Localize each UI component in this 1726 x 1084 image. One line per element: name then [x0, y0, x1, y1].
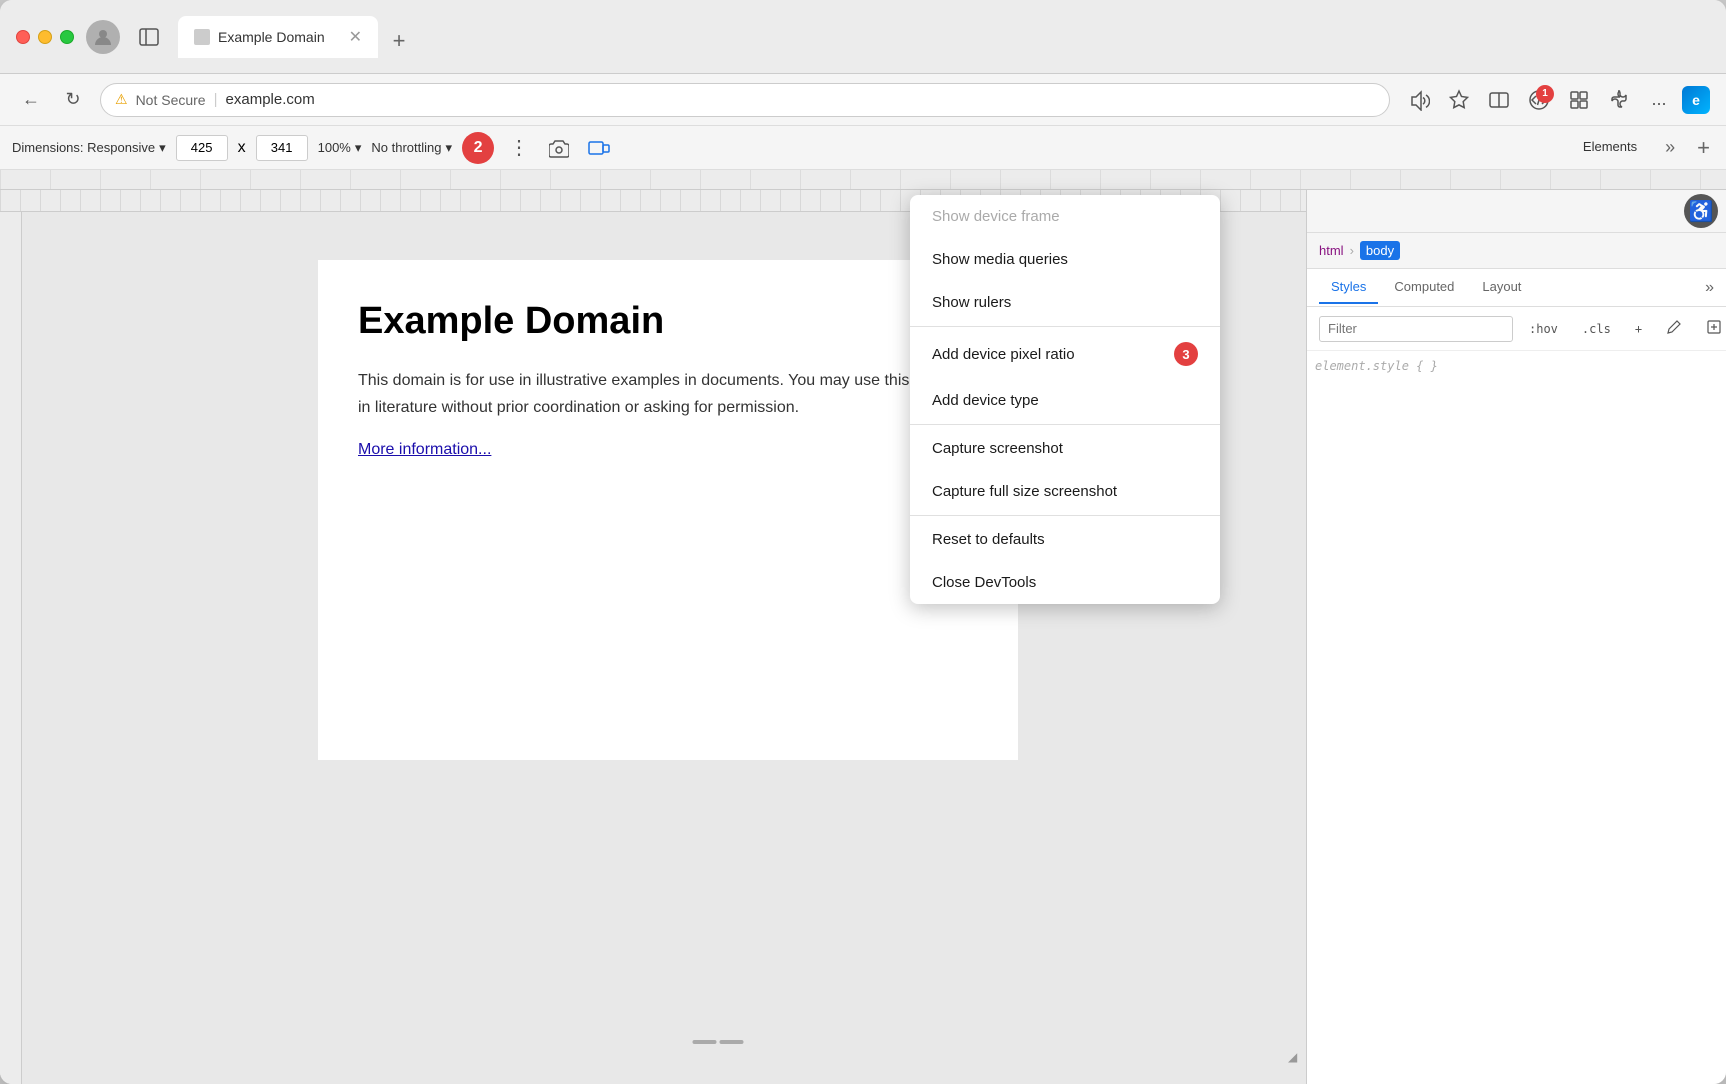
devtools-elements-tab[interactable]: Elements	[1573, 139, 1647, 156]
back-button[interactable]: ←	[16, 85, 46, 115]
dimensions-label: Dimensions: Responsive	[12, 140, 155, 155]
tab-layout[interactable]: Layout	[1470, 271, 1533, 304]
breadcrumb-html[interactable]: html	[1319, 243, 1344, 258]
tab-close-button[interactable]: ✕	[349, 27, 362, 47]
menu-close-devtools[interactable]: Close DevTools	[910, 561, 1220, 604]
title-bar: Example Domain ✕ +	[0, 0, 1726, 74]
breadcrumb-bar: html › body	[1307, 233, 1726, 269]
page-body-text: This domain is for use in illustrative e…	[358, 367, 978, 421]
favorites-button[interactable]	[1442, 83, 1476, 117]
resize-dot-1	[693, 1040, 717, 1044]
filter-input[interactable]	[1319, 316, 1513, 342]
menu-show-rulers[interactable]: Show rulers	[910, 281, 1220, 324]
tab-bar: Example Domain ✕ +	[178, 16, 1710, 58]
collections-button[interactable]	[1562, 83, 1596, 117]
width-input[interactable]	[176, 135, 228, 161]
horizontal-ruler	[0, 170, 1726, 189]
breadcrumb-body[interactable]: body	[1360, 241, 1400, 260]
extensions-button[interactable]	[1602, 83, 1636, 117]
more-options-button[interactable]: ⋮	[504, 133, 534, 163]
menu-show-device-frame[interactable]: Show device frame	[910, 195, 1220, 238]
computed-nav-button[interactable]	[1698, 315, 1726, 342]
zoom-arrow: ▾	[355, 140, 362, 156]
menu-divider-1	[910, 326, 1220, 327]
throttle-selector[interactable]: No throttling ▾	[371, 140, 452, 156]
sidebar-toggle-icon[interactable]	[132, 20, 166, 54]
screenshot-button[interactable]	[544, 133, 574, 163]
page-heading: Example Domain	[358, 300, 978, 343]
devtools-more-tabs[interactable]: »	[1657, 133, 1683, 162]
breadcrumb-separator: ›	[1350, 243, 1354, 258]
split-screen-button[interactable]	[1482, 83, 1516, 117]
security-warning-icon: ⚠	[115, 91, 128, 108]
nav-actions: 1 ... e	[1402, 83, 1710, 117]
badge-1: 1	[1536, 85, 1554, 103]
resize-handle-bottom[interactable]	[693, 1040, 744, 1044]
resize-corner[interactable]: ◢	[1288, 1050, 1302, 1064]
address-bar[interactable]: ⚠ Not Secure | example.com	[100, 83, 1390, 117]
traffic-lights	[16, 30, 74, 44]
url-text[interactable]: example.com	[226, 91, 315, 108]
paint-button[interactable]	[1658, 315, 1690, 342]
menu-reset-defaults[interactable]: Reset to defaults	[910, 518, 1220, 561]
new-tab-button[interactable]: +	[382, 24, 416, 58]
read-aloud-button[interactable]	[1402, 83, 1436, 117]
zoom-label: 100%	[318, 140, 351, 155]
badge2-container: 2	[462, 132, 494, 164]
active-tab[interactable]: Example Domain ✕	[178, 16, 378, 58]
browser-window: Example Domain ✕ + ← ↻ ⚠ Not Secure | ex…	[0, 0, 1726, 1084]
resize-dot-2	[720, 1040, 744, 1044]
profile-icon[interactable]	[86, 20, 120, 54]
tab-computed[interactable]: Computed	[1382, 271, 1466, 304]
dim-x: x	[238, 139, 246, 157]
dimensions-arrow: ▾	[159, 140, 166, 156]
main-content: Example Domain This domain is for use in…	[0, 190, 1726, 1084]
height-input[interactable]	[256, 135, 308, 161]
edge-logo: e	[1682, 86, 1710, 114]
devtools-bar: Dimensions: Responsive ▾ x 100% ▾ No thr…	[0, 126, 1726, 170]
maximize-button[interactable]	[60, 30, 74, 44]
ruler-row	[0, 170, 1726, 190]
throttle-arrow: ▾	[445, 140, 452, 156]
menu-show-media-queries[interactable]: Show media queries	[910, 238, 1220, 281]
styles-tabs: Styles Computed Layout »	[1307, 269, 1726, 307]
styles-content: element.style { }	[1307, 351, 1726, 1084]
devtools-add-tab[interactable]: +	[1693, 131, 1714, 165]
cls-button[interactable]: .cls	[1574, 318, 1619, 340]
left-ruler	[0, 212, 22, 1084]
tab-title: Example Domain	[218, 29, 325, 45]
devtools-badge-button[interactable]: 1	[1522, 83, 1556, 117]
filter-bar: :hov .cls +	[1307, 307, 1726, 351]
menu-capture-full-screenshot[interactable]: Capture full size screenshot	[910, 470, 1220, 513]
throttle-label: No throttling	[371, 140, 441, 155]
tab-styles[interactable]: Styles	[1319, 271, 1378, 304]
address-separator: |	[214, 91, 218, 108]
styles-placeholder: element.style { }	[1315, 359, 1718, 373]
badge-3: 3	[1174, 342, 1198, 366]
responsive-toggle-button[interactable]	[584, 133, 614, 163]
add-style-button[interactable]: +	[1627, 318, 1650, 340]
tab-favicon	[194, 29, 210, 45]
close-button[interactable]	[16, 30, 30, 44]
context-menu: Show device frame Show media queries Sho…	[910, 195, 1220, 604]
refresh-button[interactable]: ↻	[58, 85, 88, 115]
menu-divider-2	[910, 424, 1220, 425]
menu-divider-3	[910, 515, 1220, 516]
dimensions-selector[interactable]: Dimensions: Responsive ▾	[12, 140, 166, 156]
badge2-button[interactable]: 2	[462, 132, 494, 164]
minimize-button[interactable]	[38, 30, 52, 44]
not-secure-label: Not Secure	[136, 92, 206, 108]
menu-capture-screenshot[interactable]: Capture screenshot	[910, 427, 1220, 470]
nav-bar: ← ↻ ⚠ Not Secure | example.com	[0, 74, 1726, 126]
accessibility-icon[interactable]: ♿	[1684, 194, 1718, 228]
more-button[interactable]: ...	[1642, 83, 1676, 117]
styles-more-tabs[interactable]: »	[1705, 279, 1714, 297]
more-info-link[interactable]: More information...	[358, 441, 491, 458]
menu-add-device-type[interactable]: Add device type	[910, 379, 1220, 422]
hov-button[interactable]: :hov	[1521, 318, 1566, 340]
zoom-selector[interactable]: 100% ▾	[318, 140, 362, 156]
devtools-panel: ♿ html › body Styles Computed Layout » :…	[1306, 190, 1726, 1084]
devtools-panel-header: ♿	[1307, 190, 1726, 233]
menu-add-device-pixel-ratio[interactable]: Add device pixel ratio 3	[910, 329, 1220, 379]
